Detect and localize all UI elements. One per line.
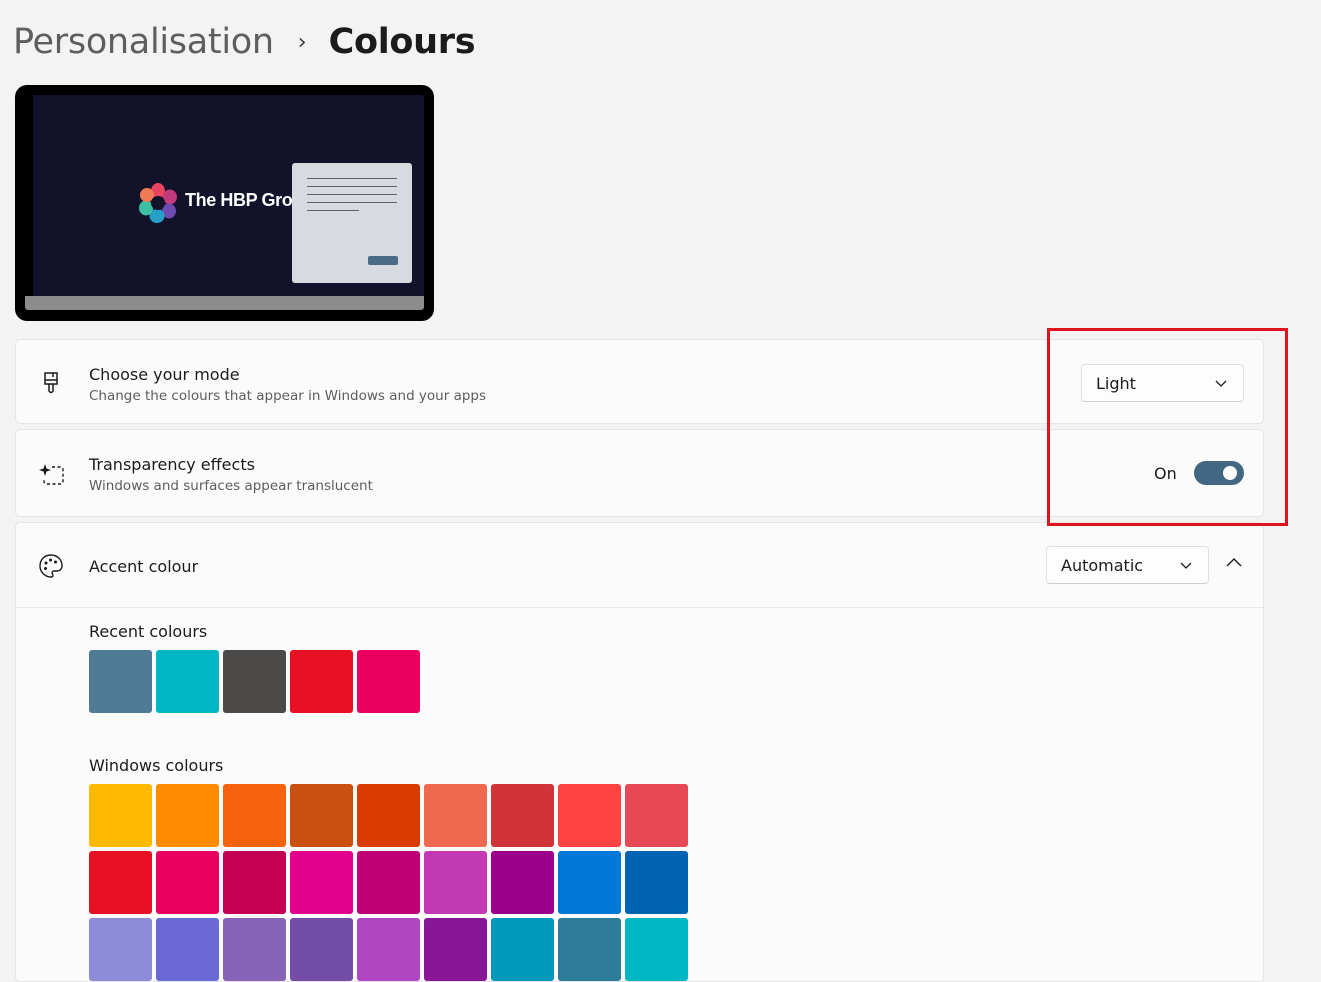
paintbrush-icon bbox=[44, 372, 58, 394]
mode-title: Choose your mode bbox=[89, 365, 240, 384]
colour-swatch[interactable] bbox=[156, 650, 219, 713]
collapse-chevron-up-icon[interactable] bbox=[1224, 555, 1244, 571]
colour-swatch[interactable] bbox=[223, 918, 286, 981]
recent-colours-grid bbox=[89, 650, 429, 713]
colour-swatch[interactable] bbox=[558, 784, 621, 847]
colour-swatch[interactable] bbox=[625, 784, 688, 847]
theme-preview: The HBP Gro bbox=[15, 85, 434, 321]
page-title: Colours bbox=[328, 22, 476, 62]
accent-divider bbox=[16, 607, 1263, 608]
colour-swatch[interactable] bbox=[491, 918, 554, 981]
breadcrumb-separator-icon: › bbox=[297, 29, 307, 55]
highlight-box bbox=[1047, 328, 1288, 526]
colour-swatch[interactable] bbox=[89, 918, 152, 981]
colour-swatch[interactable] bbox=[89, 650, 152, 713]
colour-swatch[interactable] bbox=[156, 784, 219, 847]
colour-swatch[interactable] bbox=[290, 918, 353, 981]
breadcrumb: Personalisation › Colours bbox=[13, 18, 476, 66]
mode-description: Change the colours that appear in Window… bbox=[89, 388, 487, 404]
colour-swatch[interactable] bbox=[558, 851, 621, 914]
accent-title: Accent colour bbox=[89, 557, 199, 576]
colour-swatch[interactable] bbox=[424, 784, 487, 847]
colour-swatch[interactable] bbox=[357, 851, 420, 914]
chevron-down-icon bbox=[1180, 562, 1192, 569]
colour-swatch[interactable] bbox=[625, 851, 688, 914]
colour-swatch[interactable] bbox=[424, 918, 487, 981]
colour-swatch[interactable] bbox=[223, 784, 286, 847]
palette-icon bbox=[39, 554, 63, 578]
colour-swatch[interactable] bbox=[156, 918, 219, 981]
colour-swatch[interactable] bbox=[357, 784, 420, 847]
hbp-logo-icon bbox=[139, 183, 177, 223]
colour-swatch[interactable] bbox=[89, 784, 152, 847]
colour-swatch[interactable] bbox=[223, 851, 286, 914]
transparency-description: Windows and surfaces appear translucent bbox=[89, 478, 373, 494]
windows-colours-grid bbox=[89, 784, 692, 981]
transparency-icon bbox=[39, 464, 64, 485]
colour-swatch[interactable] bbox=[357, 650, 420, 713]
colour-swatch[interactable] bbox=[223, 650, 286, 713]
accent-dropdown[interactable]: Automatic bbox=[1046, 546, 1209, 584]
colour-swatch[interactable] bbox=[156, 851, 219, 914]
preview-taskbar bbox=[25, 296, 424, 310]
accent-dropdown-value: Automatic bbox=[1061, 556, 1144, 575]
preview-brand-text: The HBP Gro bbox=[185, 190, 293, 210]
transparency-title: Transparency effects bbox=[89, 455, 255, 474]
colour-swatch[interactable] bbox=[89, 851, 152, 914]
colour-swatch[interactable] bbox=[290, 650, 353, 713]
colour-swatch[interactable] bbox=[558, 918, 621, 981]
colour-swatch[interactable] bbox=[357, 918, 420, 981]
colour-swatch[interactable] bbox=[491, 851, 554, 914]
colour-swatch[interactable] bbox=[290, 851, 353, 914]
colour-swatch[interactable] bbox=[424, 851, 487, 914]
preview-window bbox=[292, 163, 412, 283]
colour-swatch[interactable] bbox=[625, 918, 688, 981]
breadcrumb-parent-personalisation[interactable]: Personalisation bbox=[13, 22, 274, 62]
colour-swatch[interactable] bbox=[290, 784, 353, 847]
accent-card: Accent colour Automatic Recent colours W… bbox=[15, 522, 1264, 982]
colour-swatch[interactable] bbox=[491, 784, 554, 847]
preview-desktop: The HBP Gro bbox=[25, 95, 424, 310]
windows-colours-label: Windows colours bbox=[89, 756, 224, 775]
recent-colours-label: Recent colours bbox=[89, 622, 208, 641]
